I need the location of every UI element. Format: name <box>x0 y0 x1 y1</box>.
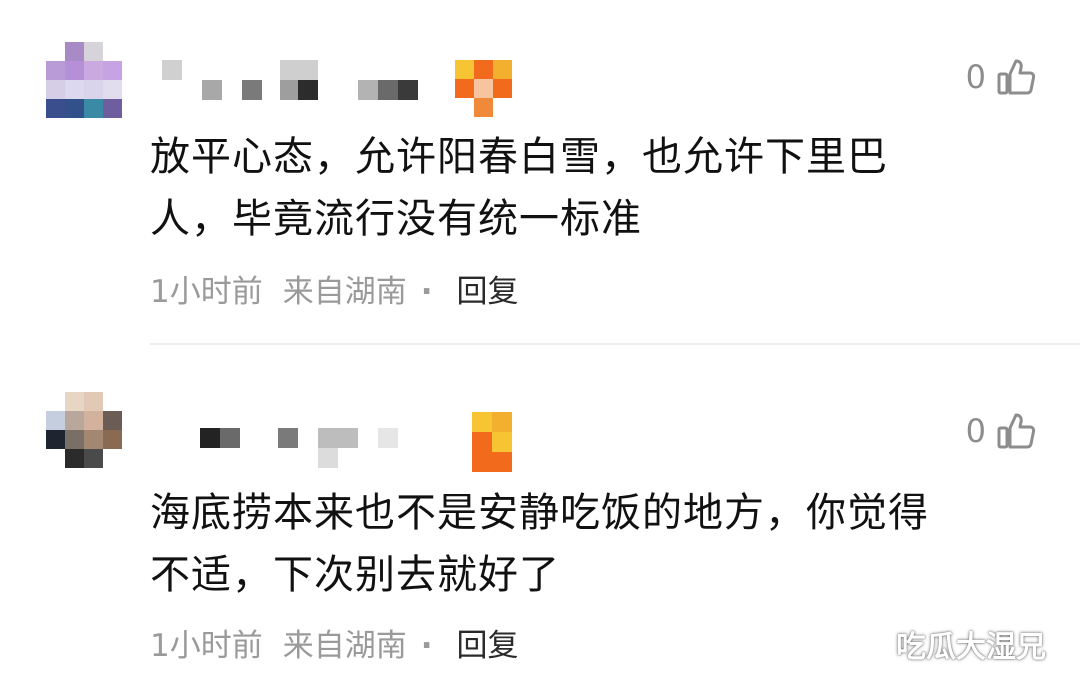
reply-button[interactable]: 回复 <box>457 626 519 666</box>
thumbs-up-icon <box>996 57 1036 97</box>
comment-text: 放平心态，允许阳春白雪，也允许下里巴 人，毕竟流行没有统一标准 <box>150 126 1010 250</box>
comment-text-line: 海底捞本来也不是安静吃饭的地方，你觉得 <box>150 490 929 536</box>
location: 来自湖南 <box>282 628 407 664</box>
like-button[interactable]: 0 <box>966 406 1036 456</box>
badge-icon <box>472 412 512 472</box>
meta-separator: · <box>420 628 433 664</box>
like-count: 0 <box>965 412 986 450</box>
watermark-text: 吃瓜大湿兄 <box>896 630 1046 665</box>
comment-text-line: 放平心态，允许阳春白雪，也允许下里巴 <box>150 134 888 180</box>
timestamp: 1小时前 <box>150 628 263 664</box>
meta-separator: · <box>420 274 433 310</box>
avatar[interactable] <box>46 392 122 468</box>
comment-text-line: 不适，下次别去就好了 <box>150 552 560 598</box>
thumbs-up-icon <box>996 411 1036 451</box>
timestamp: 1小时前 <box>150 274 263 310</box>
comment-item: 0 放平心态，允许阳春白雪，也允许下里巴 人，毕竟流行没有统一标准 1小时前 来… <box>0 0 1080 344</box>
avatar[interactable] <box>46 42 122 118</box>
like-count: 0 <box>965 58 986 96</box>
wechat-icon <box>848 627 888 661</box>
like-button[interactable]: 0 <box>966 52 1036 102</box>
location: 来自湖南 <box>282 274 407 310</box>
comment-meta: 1小时前 来自湖南 · 回复 <box>150 272 519 312</box>
watermark: 吃瓜大湿兄 <box>848 622 1046 666</box>
comment-text-line: 人，毕竟流行没有统一标准 <box>150 196 642 242</box>
comment-text: 海底捞本来也不是安静吃饭的地方，你觉得 不适，下次别去就好了 <box>150 482 1010 606</box>
badge-icon <box>455 60 512 117</box>
comment-meta: 1小时前 来自湖南 · 回复 <box>150 626 519 666</box>
reply-button[interactable]: 回复 <box>457 272 519 312</box>
